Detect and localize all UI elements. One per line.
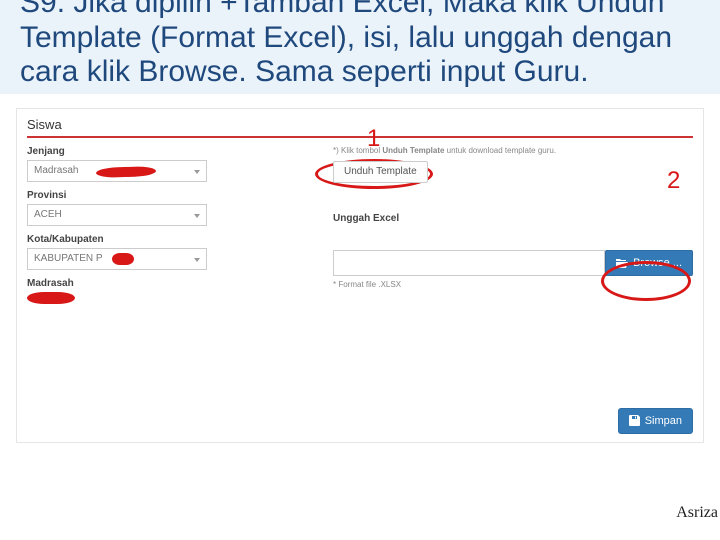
redaction-mark [27,292,75,304]
save-button-label: Simpan [645,415,682,427]
folder-open-icon [616,258,628,268]
madrasah-value-redacted [27,292,87,308]
redaction-mark [96,165,156,177]
download-note: *) Klik tombol Unduh Template untuk down… [333,146,693,155]
jenjang-select[interactable]: Madrasah [27,160,207,182]
kota-label: Kota/Kabupaten [27,234,307,245]
kota-select[interactable]: KABUPATEN P [27,248,207,270]
browse-button-label: Browse ... [633,257,682,269]
browse-button[interactable]: Browse ... [605,250,693,276]
provinsi-value: ACEH [34,209,62,220]
slide-title: S9. Jika dipilih +Tambah Excel, Maka kli… [20,0,700,90]
kota-value: KABUPATEN P [34,253,103,264]
save-icon [629,415,640,426]
jenjang-label: Jenjang [27,146,307,157]
panel-heading: Siswa [27,117,693,132]
provinsi-select[interactable]: ACEH [27,204,207,226]
upload-label: Unggah Excel [333,213,693,224]
upload-file-input[interactable] [333,250,605,276]
form-left-column: Jenjang Madrasah Provinsi ACEH Kota/Kabu… [27,146,307,316]
panel-divider [27,136,693,138]
madrasah-label: Madrasah [27,278,307,289]
footer-author: Asriza [676,504,718,522]
upload-row: Browse ... [333,250,693,276]
form-right-column: *) Klik tombol Unduh Template untuk down… [333,146,693,316]
provinsi-label: Provinsi [27,190,307,201]
format-hint: * Format file .XLSX [333,280,693,289]
download-template-button[interactable]: Unduh Template [333,161,428,183]
redaction-mark [112,253,134,265]
siswa-panel: Siswa 1 2 Jenjang Madrasah Provinsi ACEH [16,108,704,443]
jenjang-value: Madrasah [34,165,78,176]
save-button[interactable]: Simpan [618,408,693,434]
